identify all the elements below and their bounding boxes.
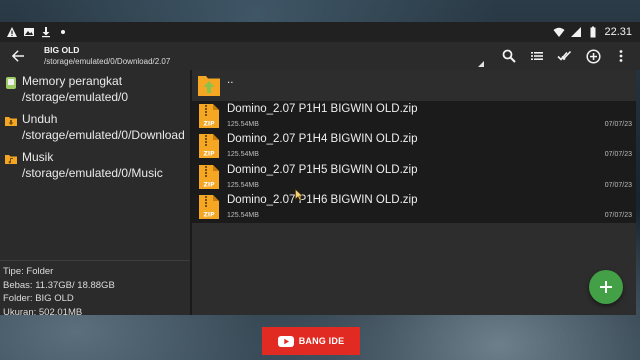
file-row[interactable]: ZIP Domino_2.07 P1H4 BIGWIN OLD.zip 125.… [192,131,636,162]
select-all-button[interactable] [556,47,574,65]
location-name: Memory perangkat [22,74,123,88]
download-folder-icon [5,117,17,126]
wifi-icon [553,27,565,37]
zip-badge-text: ZIP [204,151,216,158]
search-icon [502,49,516,63]
app-bar: BIG OLD /storage/emulated/0/Download/2.0… [0,42,640,70]
zip-file-icon: ZIP [199,104,219,128]
add-fab-button[interactable] [589,270,623,304]
zip-file-icon: ZIP [199,195,219,219]
file-row[interactable]: ZIP Domino_2.07 P1H6 BIGWIN OLD.zip 125.… [192,192,636,223]
back-button[interactable] [0,42,36,70]
info-type: Tipe: Folder [3,266,54,277]
zip-badge-text: ZIP [204,182,216,189]
folder-title: BIG OLD [44,45,80,55]
location-item-memory[interactable]: Memory perangkat /storage/emulated/0 [0,70,190,107]
path-selector[interactable]: BIG OLD /storage/emulated/0/Download/2.0… [36,42,488,70]
locations-pane: Memory perangkat /storage/emulated/0 Und… [0,70,192,318]
signal-icon [571,27,582,37]
location-name: Unduh [22,112,58,126]
location-path: /storage/emulated/0/Music [22,166,163,180]
music-folder-icon [5,155,17,164]
file-name: Domino_2.07 P1H1 BIGWIN OLD.zip [227,103,418,115]
location-item-download[interactable]: Unduh /storage/emulated/0/Download [0,107,190,145]
arrow-back-icon [11,50,24,62]
file-date: 07/07/23 [604,151,632,158]
file-date: 07/07/23 [604,182,632,189]
download-icon [42,27,50,38]
plus-icon [600,281,612,293]
warning-icon [7,27,17,37]
info-free: Bebas: 11.37GB/ 18.88GB [3,279,115,291]
file-date: 07/07/23 [604,121,632,128]
channel-banner: BANG IDE [262,327,360,355]
status-bar: 22.31 [0,22,640,42]
more-button[interactable] [612,47,630,65]
parent-folder-row[interactable]: .. [192,70,636,101]
add-button[interactable] [584,47,602,65]
zip-badge-text: ZIP [204,121,216,128]
status-time: 22.31 [604,26,632,38]
file-size: 125.54MB [227,182,259,189]
youtube-icon [277,335,294,347]
zip-file-icon: ZIP [199,134,219,158]
file-size: 125.54MB [227,151,259,158]
phone-storage-icon [6,77,16,89]
location-name: Musik [22,150,54,164]
info-folder: Folder: BIG OLD [3,293,74,304]
info-size: Ukuran: 502.01MB [3,306,83,318]
add-icon [585,48,601,64]
list-view-icon [531,52,543,60]
location-item-music[interactable]: Musik /storage/emulated/0/Music [0,145,190,183]
location-path: /storage/emulated/0 [22,90,129,104]
folder-info: Tipe: Folder Bebas: 11.37GB/ 18.88GB Fol… [0,260,190,318]
location-path: /storage/emulated/0/Download [22,128,185,142]
parent-folder-label: .. [227,74,234,86]
file-row[interactable]: ZIP Domino_2.07 P1H5 BIGWIN OLD.zip 125.… [192,162,636,193]
battery-icon [590,26,596,38]
file-size: 125.54MB [227,121,259,128]
dot-icon [61,30,65,34]
dropdown-triangle-icon [478,61,484,67]
zip-file-icon: ZIP [199,165,219,189]
search-button[interactable] [500,47,518,65]
file-row[interactable]: ZIP Domino_2.07 P1H1 BIGWIN OLD.zip 125.… [192,101,636,132]
file-list-pane: .. ZIP Domino_2.07 P1H1 BIGWIN OLD.zip 1… [192,70,636,315]
mouse-cursor-icon [295,189,303,201]
file-name: Domino_2.07 P1H6 BIGWIN OLD.zip [227,194,418,206]
file-size: 125.54MB [227,212,259,219]
image-icon [24,28,34,36]
file-name: Domino_2.07 P1H5 BIGWIN OLD.zip [227,164,418,176]
file-name: Domino_2.07 P1H4 BIGWIN OLD.zip [227,133,418,145]
folder-path: /storage/emulated/0/Download/2.07 [44,57,171,66]
file-date: 07/07/23 [604,212,632,219]
select-all-icon [557,50,572,61]
banner-text: BANG IDE [298,336,345,346]
list-view-button[interactable] [528,47,546,65]
folder-up-icon [198,76,220,96]
more-icon [619,50,623,62]
zip-badge-text: ZIP [204,212,216,219]
